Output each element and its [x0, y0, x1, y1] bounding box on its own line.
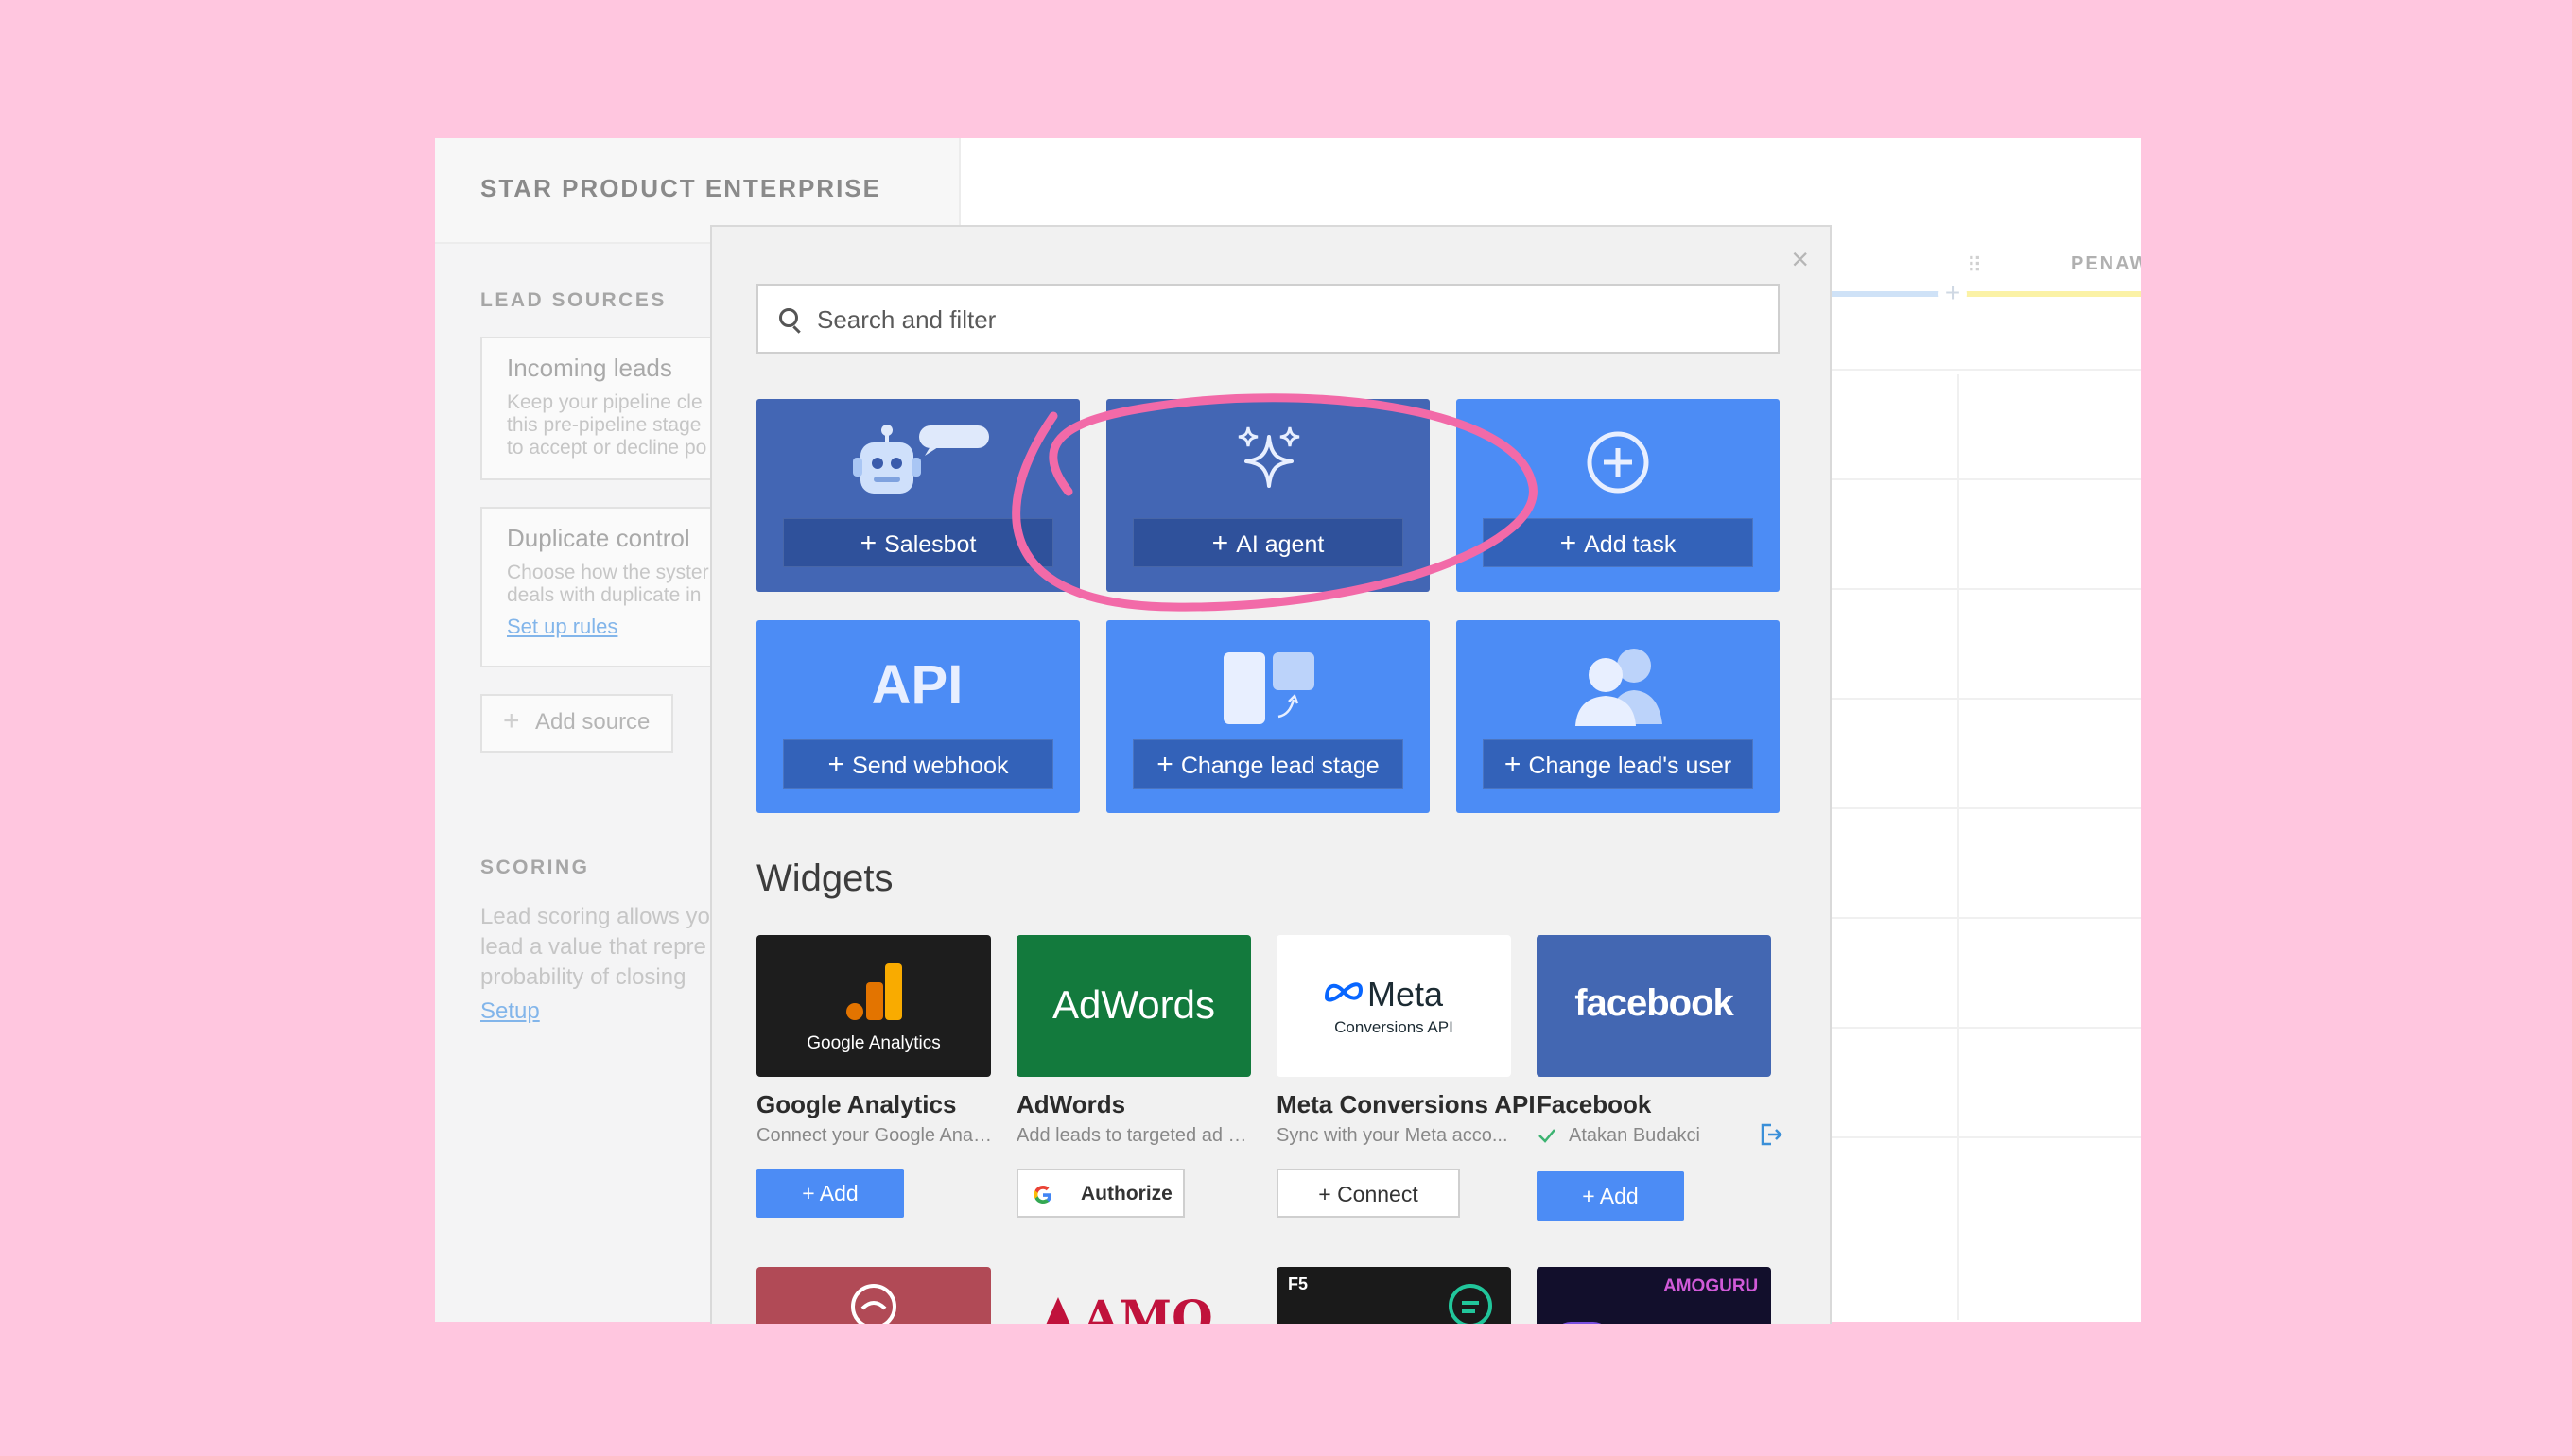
scoring-setup-link[interactable]: Setup — [480, 998, 540, 1025]
widget-name: Facebook — [1537, 1090, 1652, 1118]
plus-circle-icon — [1587, 431, 1649, 494]
users-icon — [1575, 649, 1662, 726]
adwords-authorize-button[interactable]: Authorize — [1017, 1169, 1185, 1218]
grid-divider — [1829, 1027, 2141, 1029]
grid-divider — [1829, 369, 2141, 371]
widget-name: AdWords — [1017, 1090, 1126, 1118]
handshake-icon — [851, 1284, 896, 1324]
widget-description: Connect your Google Anal... — [756, 1125, 993, 1146]
search-icon — [779, 308, 798, 327]
add-source-label: Add source — [535, 709, 651, 735]
widgets-title: Widgets — [756, 858, 894, 899]
tile-ai-agent[interactable]: + AI agent — [1106, 399, 1430, 592]
adwords-logo[interactable]: AdWords — [1017, 935, 1251, 1077]
svg-text:API: API — [872, 654, 964, 713]
grid-divider — [1829, 478, 2141, 480]
grid-divider — [1829, 807, 2141, 809]
facebook-logo-text: facebook — [1574, 982, 1734, 1024]
scoring-description: Lead scoring allows yo lead a value that… — [480, 904, 710, 990]
tile-change-leads-user[interactable]: + Change lead's user — [1456, 620, 1780, 813]
change-leads-user-button[interactable]: + Change lead's user — [1483, 739, 1753, 789]
meta-logo-text: Meta — [1367, 975, 1444, 1014]
widget-name: Google Analytics — [756, 1090, 957, 1118]
add-stage-icon[interactable]: + — [1938, 280, 1967, 308]
logout-icon[interactable] — [1758, 1121, 1784, 1148]
ai-agent-button[interactable]: + AI agent — [1133, 518, 1403, 567]
send-webhook-button[interactable]: + Send webhook — [783, 739, 1053, 789]
amo-logo-icon — [1046, 1297, 1070, 1324]
add-action-modal: × +Salesbot +AI agent — [710, 225, 1832, 1324]
pipeline-stage-bar — [1959, 291, 2141, 297]
meta-connect-button[interactable]: + Connect — [1277, 1169, 1460, 1218]
add-source-button[interactable]: + Add source — [480, 694, 673, 753]
connected-user: Atakan Budakci — [1569, 1125, 1700, 1146]
grid-divider — [1829, 698, 2141, 700]
sparkles-icon — [1238, 426, 1300, 488]
facebook-add-button[interactable]: + Add — [1537, 1171, 1684, 1221]
tile-change-lead-stage[interactable]: + Change lead stage — [1106, 620, 1430, 813]
close-icon[interactable]: × — [1791, 242, 1809, 277]
f5-logo-text: F5 — [1288, 1274, 1309, 1293]
grid-divider — [1829, 917, 2141, 919]
lead-sources-title: LEAD SOURCES — [480, 289, 667, 311]
tile-add-task[interactable]: + Add task — [1456, 399, 1780, 592]
plus-icon: + — [503, 705, 520, 737]
meta-infinity-icon — [1324, 982, 1364, 1002]
amoguru-logo-text: AMOGURU — [1663, 1276, 1759, 1296]
authorize-label: Authorize — [1081, 1183, 1173, 1205]
scoring-title: SCORING — [480, 857, 590, 878]
google-analytics-logo[interactable]: Google Analytics — [756, 935, 991, 1077]
tile-salesbot[interactable]: + Salesbot — [756, 399, 1080, 592]
robot-icon — [853, 425, 989, 494]
widget-logo[interactable] — [756, 1267, 991, 1324]
widget-description: Add leads to targeted ad c... — [1017, 1125, 1253, 1146]
salesbot-button[interactable]: + Salesbot — [783, 518, 1053, 567]
amoguru-logo-shape — [1562, 1322, 1602, 1324]
analytics-icon — [846, 963, 902, 1020]
add-task-button[interactable]: + Add task — [1483, 518, 1753, 567]
check-icon — [1538, 1129, 1555, 1143]
widget-description: Sync with your Meta acco... — [1277, 1125, 1508, 1146]
grid-divider — [1957, 374, 1959, 1320]
page-title: STAR PRODUCT ENTERPRISE — [480, 174, 881, 202]
grid-divider — [1829, 588, 2141, 590]
google-analytics-logo-text: Google Analytics — [807, 1033, 941, 1053]
amo-logo[interactable]: AMO — [1017, 1267, 1251, 1324]
stage-icon — [1224, 652, 1314, 724]
widget-name: Meta Conversions API — [1277, 1090, 1536, 1118]
facebook-logo[interactable]: facebook — [1537, 935, 1771, 1077]
set-up-rules-link[interactable]: Set up rules — [507, 615, 617, 639]
adwords-logo-text: AdWords — [1052, 982, 1215, 1027]
pipeline-stage-title: PENAW — [2071, 253, 2141, 274]
incoming-leads-title: Incoming leads — [507, 354, 672, 382]
google-icon — [1034, 1186, 1051, 1204]
amoguru-logo[interactable]: AMOGURU — [1537, 1267, 1771, 1324]
api-icon: API — [872, 654, 964, 713]
grid-divider — [1829, 1136, 2141, 1138]
change-lead-stage-button[interactable]: + Change lead stage — [1133, 739, 1403, 789]
google-analytics-add-button[interactable]: + Add — [756, 1169, 904, 1218]
amo-logo-text: AMO — [1083, 1290, 1213, 1324]
meta-logo[interactable]: Meta Conversions API — [1277, 935, 1511, 1077]
chat-icon — [1449, 1284, 1492, 1324]
search-box[interactable] — [756, 284, 1780, 354]
drag-handle-icon[interactable]: ⠿ — [1967, 253, 1982, 278]
f5-logo[interactable]: F5 — [1277, 1267, 1511, 1324]
search-input[interactable] — [815, 286, 1746, 354]
meta-logo-subtext: Conversions API — [1334, 1018, 1453, 1036]
duplicate-control-title: Duplicate control — [507, 524, 690, 552]
tile-send-webhook[interactable]: API + Send webhook — [756, 620, 1080, 813]
